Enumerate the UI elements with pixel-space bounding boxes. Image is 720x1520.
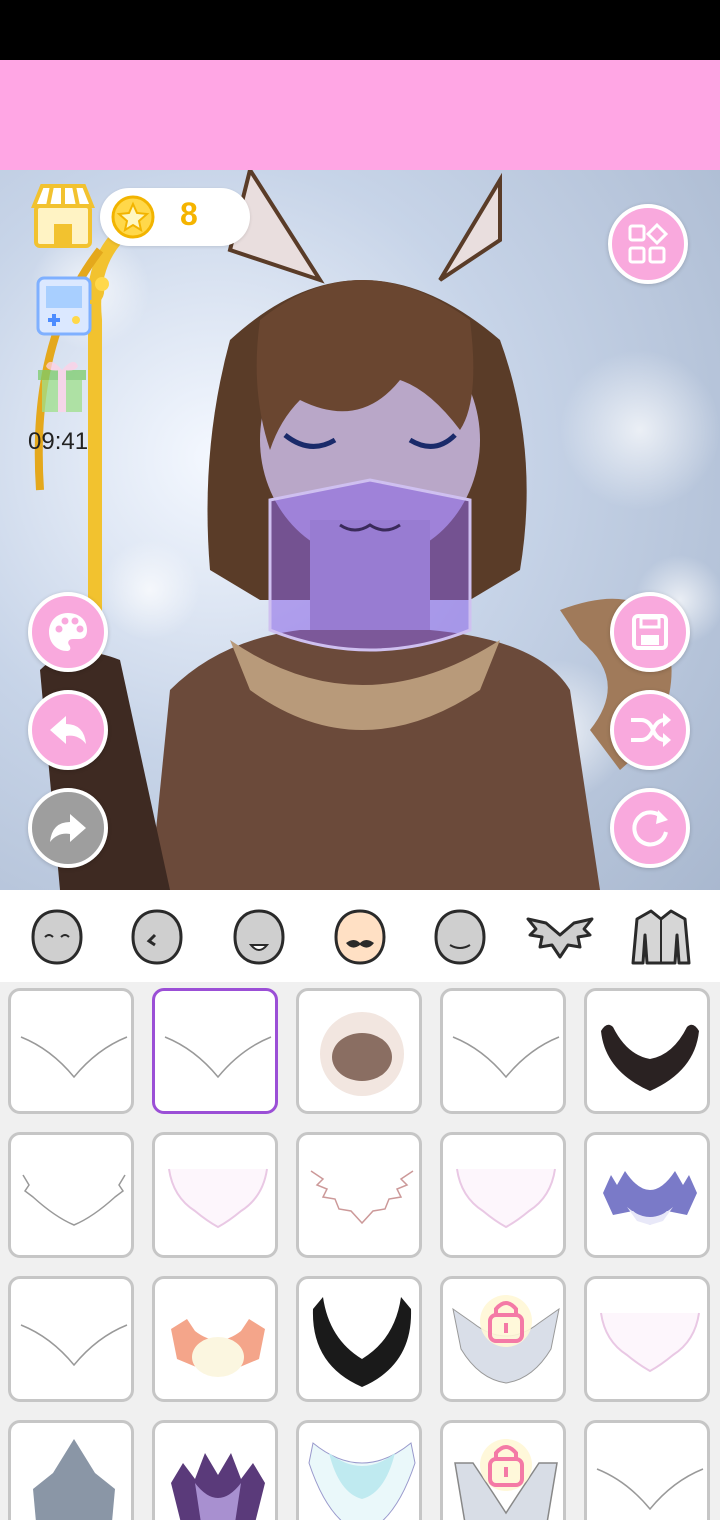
item-thumbnail — [308, 1442, 416, 1520]
item-tile[interactable] — [584, 1276, 710, 1402]
item-thumbnail — [171, 1453, 265, 1520]
palette-icon — [49, 613, 87, 651]
fur-collar-icon — [526, 917, 594, 959]
undo-icon — [50, 716, 86, 744]
lock-icon — [490, 1299, 522, 1341]
color-palette-button[interactable] — [28, 592, 108, 672]
status-bar — [0, 0, 720, 60]
item-thumbnail — [310, 1170, 414, 1225]
shop-icon — [31, 184, 95, 248]
tab-face[interactable] — [21, 902, 93, 972]
item-thumbnail — [171, 1319, 265, 1377]
gift-button[interactable] — [36, 356, 88, 414]
item-thumbnail — [601, 1024, 699, 1091]
mini-game-button[interactable] — [34, 272, 114, 338]
item-tile[interactable] — [440, 1420, 566, 1520]
tab-clothing[interactable] — [625, 902, 697, 972]
tab-mustache[interactable] — [324, 902, 396, 972]
item-tile[interactable] — [8, 988, 134, 1114]
item-tile[interactable] — [296, 1276, 422, 1402]
item-tile[interactable] — [152, 988, 278, 1114]
item-tile[interactable] — [440, 1132, 566, 1258]
gift-timer: 09:41 — [28, 428, 89, 455]
item-tile[interactable] — [584, 988, 710, 1114]
reset-button[interactable] — [610, 788, 690, 868]
item-thumbnail — [312, 1297, 412, 1387]
shop-button[interactable] — [30, 180, 96, 250]
save-button[interactable] — [610, 592, 690, 672]
mustache-icon — [334, 909, 386, 965]
ad-banner[interactable] — [0, 60, 720, 170]
item-thumbnail — [603, 1171, 697, 1225]
item-tile[interactable] — [584, 1420, 710, 1520]
redo-icon — [50, 814, 86, 842]
jacket-icon — [631, 909, 691, 965]
item-thumbnail — [456, 1168, 556, 1229]
item-thumbnail — [22, 1174, 126, 1226]
item-tile[interactable] — [8, 1132, 134, 1258]
mouth-icon — [233, 909, 285, 965]
item-thumbnail — [20, 1036, 128, 1079]
face-icon — [31, 909, 83, 965]
tab-fur-collar[interactable] — [524, 902, 596, 972]
head-icon — [434, 909, 486, 965]
lock-icon — [490, 1443, 522, 1485]
item-tile[interactable] — [440, 1276, 566, 1402]
item-tile[interactable] — [584, 1132, 710, 1258]
item-tile[interactable] — [8, 1420, 134, 1520]
grid-menu-icon — [628, 222, 669, 264]
item-thumbnail — [600, 1312, 700, 1373]
coin-icon — [110, 194, 156, 240]
undo-button[interactable] — [28, 690, 108, 770]
item-tile[interactable] — [296, 1420, 422, 1520]
item-tile[interactable] — [296, 988, 422, 1114]
shuffle-icon — [631, 713, 671, 747]
item-tile[interactable] — [440, 988, 566, 1114]
reset-icon — [632, 810, 668, 847]
item-tile[interactable] — [8, 1276, 134, 1402]
save-icon — [632, 614, 668, 650]
item-thumbnail — [164, 1036, 272, 1079]
redo-button[interactable] — [28, 788, 108, 868]
item-tile[interactable] — [152, 1420, 278, 1520]
item-thumbnail — [452, 1036, 560, 1079]
game-console-icon — [36, 276, 109, 336]
item-thumbnail — [168, 1168, 268, 1229]
item-tile[interactable] — [296, 1132, 422, 1258]
tab-ear[interactable] — [121, 902, 193, 972]
gift-icon — [38, 361, 86, 412]
item-thumbnail — [33, 1439, 115, 1520]
randomize-button[interactable] — [610, 690, 690, 770]
tab-head[interactable] — [424, 902, 496, 972]
item-thumbnail — [320, 1012, 404, 1096]
item-thumbnail — [596, 1468, 704, 1511]
menu-button[interactable] — [608, 204, 688, 284]
tab-mouth[interactable] — [223, 902, 295, 972]
item-tile[interactable] — [152, 1276, 278, 1402]
item-tile[interactable] — [152, 1132, 278, 1258]
ear-icon — [131, 909, 183, 965]
coin-count: 8 — [180, 196, 198, 232]
item-thumbnail — [20, 1324, 128, 1367]
